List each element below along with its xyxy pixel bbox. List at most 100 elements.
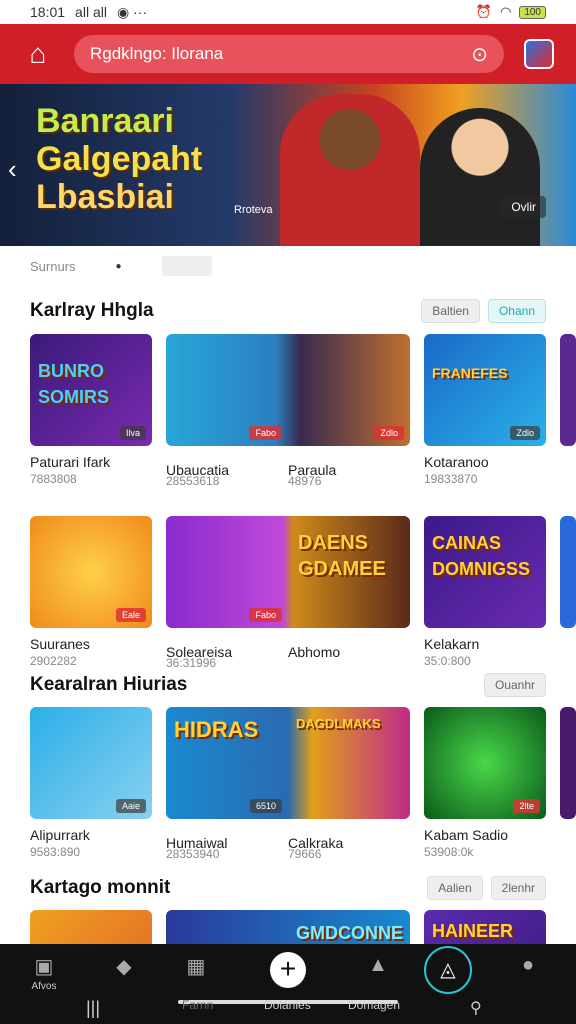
search-icon[interactable]: ⊙ (471, 42, 488, 67)
game-card[interactable]: Eale Suuranes 2902282 (30, 516, 152, 668)
game-thumbnail[interactable]: GMDCONNE (166, 910, 410, 944)
game-thumbnail[interactable]: FRANEFES Zdlo (424, 334, 546, 446)
game-card-partial[interactable] (560, 334, 576, 446)
game-meta: 35:0:800 (424, 654, 471, 668)
subtab-first[interactable]: Surnurs (30, 259, 76, 274)
game-name: Abhomo (288, 644, 341, 660)
game-meta: 79666 (288, 847, 322, 861)
game-card[interactable]: 2lte Kabam Sadio 53908:0k (424, 707, 546, 859)
add-button[interactable]: + (270, 952, 306, 988)
game-tag: Eale (115, 608, 146, 622)
promo-banner[interactable]: Banraari Galgepaht Lbasbiai Rroteva ‹ Ov… (0, 84, 576, 246)
game-card[interactable]: Fabo Zdlo Ubaucatia 28553618 Paraula 489… (166, 334, 410, 488)
game-name: Kabam Sadio (424, 827, 509, 843)
thumbnail-art-text: BUNRO SOMIRS (38, 361, 110, 407)
nav-tags[interactable]: ◆ (94, 954, 154, 979)
thumbnail-art-text: DAGDLMAKS (296, 716, 381, 731)
nav-label: Afvos (31, 981, 57, 992)
game-meta: 19833870 (424, 472, 478, 486)
subtab-dot: ● (115, 260, 122, 272)
game-card-partial[interactable] (560, 707, 576, 819)
game-thumbnail[interactable]: BUNRO SOMIRS Ilva (30, 334, 152, 446)
section-button[interactable]: Ohann (487, 299, 546, 323)
game-thumbnail[interactable]: Eale (30, 516, 152, 628)
game-meta: 28553618 (166, 474, 220, 488)
game-card[interactable]: GMDCONNE (166, 910, 410, 944)
nav-label[interactable]: Dolanles (264, 998, 311, 1012)
game-name: Kotaranoo (424, 454, 489, 470)
game-thumbnail[interactable]: HIDRAS DAGDLMAKS 6510 (166, 707, 410, 819)
game-meta: 48976 (288, 474, 322, 488)
game-tag: Fabo (249, 426, 282, 440)
game-tag: Zdlo (374, 426, 404, 440)
nav-label[interactable]: Domagen (348, 998, 400, 1012)
game-card[interactable]: HIDRAS DAGDLMAKS 6510 Humaiwal 28353940 … (166, 707, 410, 861)
game-row: BUNRO SOMIRS Ilva Paturari Ifark 7883808… (30, 334, 576, 494)
game-card[interactable]: HAINEER (424, 910, 546, 944)
menu-icon[interactable]: ||| (86, 998, 100, 1019)
game-row: GMDCONNE HAINEER (30, 910, 576, 944)
section-button[interactable]: Ouanhr (483, 673, 546, 697)
game-meta: 9583:890 (30, 845, 81, 859)
thumbnail-art-text: GMDCONNE (296, 923, 403, 943)
nav-notifications[interactable]: ▲ (348, 954, 408, 977)
nav-games[interactable]: ▣ Afvos (14, 954, 74, 992)
game-tag: Ilva (119, 426, 146, 440)
game-card-partial[interactable] (560, 516, 576, 628)
game-card[interactable]: CAINAS DOMNIGSS Kelakarn 35:0:800 (424, 516, 546, 668)
status-bar: 18:01 all all ◉ ··· ⏰ ◠ 100 (0, 0, 576, 24)
game-tag: Zdlo (510, 426, 540, 440)
alarm-icon: ⏰ (475, 4, 492, 19)
home-icon[interactable]: ⌂ (20, 36, 56, 72)
apps-icon[interactable] (524, 39, 554, 69)
bag-icon: ▲ (368, 954, 388, 976)
game-card[interactable]: Aaie Alipurrark 9583:890 (30, 707, 152, 859)
search-input[interactable]: Rgdklngo: Ilorana (90, 44, 471, 64)
game-thumbnail[interactable]: Fabo Zdlo (166, 334, 410, 446)
search-bar[interactable]: Rgdklngo: Ilorana ⊙ (74, 35, 504, 73)
section-header: Kartago monnit Aalien 2lenhr (30, 875, 546, 901)
thumbnail-art-text: CAINAS DOMNIGSS (432, 533, 531, 579)
status-time: 18:01 (30, 4, 66, 20)
section-button[interactable]: Aalien (427, 876, 483, 900)
section-title: Kearalran Hiurias (30, 674, 188, 695)
chevron-left-icon[interactable]: ‹ (8, 154, 17, 185)
game-card[interactable]: FRANEFES Zdlo Kotaranoo 19833870 (424, 334, 546, 486)
game-card[interactable]: DAENS GDAMEE Fabo Soleareisa 36:31996 Ab… (166, 516, 410, 670)
game-meta: 36:31996 (166, 656, 217, 670)
game-thumbnail[interactable]: Aaie (30, 707, 152, 819)
game-thumbnail[interactable] (560, 516, 576, 628)
nav-label[interactable]: Farnn (182, 998, 213, 1012)
section-title: Karlray Hhgla (30, 300, 154, 321)
signal-indicator: all all (75, 4, 107, 20)
game-thumbnail[interactable]: CAINAS DOMNIGSS (424, 516, 546, 628)
banner-caption: Rroteva (234, 204, 273, 216)
banner-pill[interactable]: Ovlir (501, 196, 546, 218)
bottom-navigation: ▣ Afvos ◆ ▦ + ▲ ◬ ● ||| Farnn Dolanles D… (0, 944, 576, 1024)
user-icon: ● (521, 954, 535, 976)
search-icon[interactable]: ⚲ (470, 998, 482, 1018)
banner-title-line: Lbasbiai (36, 178, 174, 216)
banner-character-boy (420, 108, 540, 246)
nav-profile[interactable]: ● (498, 954, 558, 977)
nav-active-item[interactable]: ◬ (424, 946, 472, 994)
game-tag: Fabo (249, 608, 282, 622)
game-thumbnail[interactable] (30, 910, 152, 944)
section-title: Kartago monnit (30, 877, 171, 898)
game-meta: 53908:0k (424, 845, 474, 859)
game-card[interactable]: BUNRO SOMIRS Ilva Paturari Ifark 7883808 (30, 334, 152, 486)
game-meta: 28353940 (166, 847, 220, 861)
game-thumbnail[interactable]: 2lte (424, 707, 546, 819)
section-button[interactable]: Baltien (421, 299, 480, 323)
game-thumbnail[interactable] (560, 334, 576, 446)
game-thumbnail[interactable] (560, 707, 576, 819)
game-name: Paturari Ifark (30, 454, 111, 470)
game-tag: 2lte (513, 799, 540, 813)
game-thumbnail[interactable]: DAENS GDAMEE Fabo (166, 516, 410, 628)
subtab-chip[interactable] (161, 256, 212, 276)
thumbnail-art-text: HIDRAS (174, 717, 259, 742)
nav-community[interactable]: ▦ (166, 954, 226, 979)
section-button[interactable]: 2lenhr (490, 876, 546, 900)
game-thumbnail[interactable]: HAINEER (424, 910, 546, 944)
game-card[interactable] (30, 910, 152, 944)
